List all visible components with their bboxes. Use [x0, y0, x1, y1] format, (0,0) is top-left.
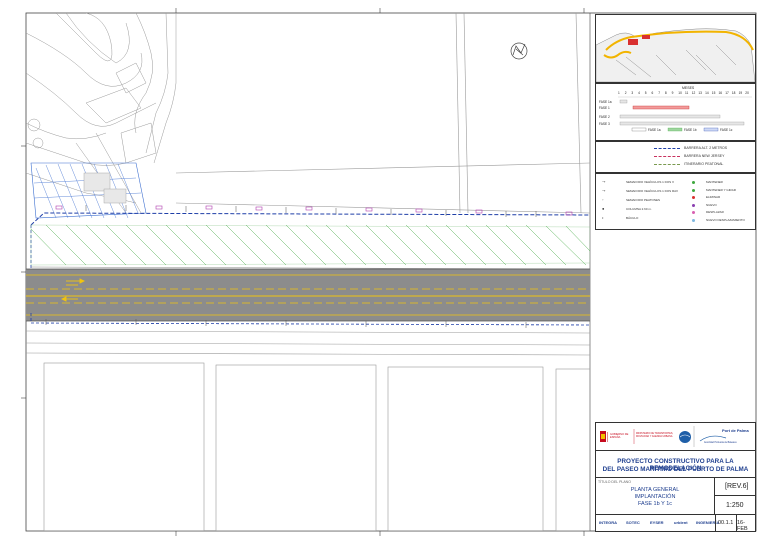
- autoritat-logo-text: Autoridad Portuaria de Baleares: [704, 442, 737, 444]
- symbol-label: SEMAFORO VEHÍCULOS 1 DOS V: [626, 180, 675, 184]
- status-dot-icon: [692, 218, 695, 222]
- port-logo-text: Port de Palma: [722, 428, 749, 433]
- phase-legend-label: FASE 1c: [720, 128, 733, 132]
- scale-value: 1:250: [726, 502, 744, 509]
- status-dot-icon: [692, 211, 695, 214]
- date-value: 16-FEB: [737, 520, 748, 532]
- scale-box: 1:250: [715, 496, 755, 515]
- revision-value: [REV.6]: [725, 483, 749, 490]
- ministerio-logo-text: MINISTERIO DE TRANSPORTES, MOVILIDAD Y A…: [636, 432, 674, 438]
- status-dot-icon: [692, 181, 695, 184]
- plan-line1: PLANTA GENERAL: [630, 487, 680, 493]
- barrier-line: [654, 156, 680, 157]
- location-map: [595, 14, 756, 83]
- barrier-label: BARRERA ALT. 2 METROS: [684, 146, 728, 150]
- phase-legend-label: FASE 1a: [648, 128, 661, 132]
- company-logo-text: INTEGRA: [599, 520, 617, 525]
- plan-drawing: [26, 13, 590, 531]
- plan-line3: FASE 1b Y 1c: [637, 501, 673, 507]
- date-box: 16-FEB: [736, 515, 755, 532]
- plan-title-label: TÍTULO DEL PLANO: [598, 480, 631, 484]
- symbol-icon: ⊸: [602, 188, 606, 193]
- symbol-label: BÁCULO: [626, 216, 639, 220]
- gobierno-logo-text: GOBIERNO DE ESPAÑA: [610, 433, 629, 439]
- status-dot-icon: [692, 188, 695, 192]
- status-dot-icon: [692, 196, 695, 199]
- phase-legend-label: FASE 1b: [684, 128, 697, 132]
- symbols-legend: ⊸ SEMAFORO VEHÍCULOS 1 DOS V ⊸ SEMAFORO VEH…: [595, 173, 756, 230]
- symbol-label: SEMAFORO PEATONES: [626, 198, 661, 202]
- barrier-line: [654, 164, 680, 165]
- phase-schedule: MESES 1 2 3 4 5 6 7 8 9 10 11 12 13 14 15 16 17 18 19 20 FA…: [595, 83, 756, 141]
- logos-row: GOBIERNO DE ESPAÑA MINISTERIO DE TRANSPO…: [596, 423, 755, 451]
- status-label: NUEVO DESPLAZAMIENTO: [706, 217, 745, 222]
- symbol-icon: ◦: [602, 197, 604, 202]
- barrier-label: BARRERA NEW JERSEY: [684, 154, 725, 158]
- symbol-icon: ●: [602, 206, 605, 211]
- symbol-icon: •: [602, 215, 604, 220]
- company-logo-text: urblent: [674, 520, 688, 525]
- companies-row: INTEGRA SOTEC EYSER urblent INGENIERÍA: [596, 515, 719, 531]
- symbol-icon: ⊸: [602, 179, 606, 184]
- symbol-label: SEMAFORO VEHÍCULOS 1 DOS RAV: [626, 189, 678, 193]
- company-logo-text: SOTEC: [626, 520, 640, 525]
- status-label: MANTENER Y GIRAR: [706, 187, 736, 192]
- drawing-sheet: MESES 1 2 3 4 5 6 7 8 9 10 11 12 13 14 15 16 17 18 19 20 FA…: [0, 0, 768, 543]
- project-title-line2: DEL PASEO MARÍTIMO DEL PUERTO DE PALMA: [602, 466, 749, 473]
- barrier-legend: BARRERA ALT. 2 METROS BARRERA NEW JERSEY I…: [595, 141, 756, 173]
- symbol-label: COLUMNA 2.60 m.: [626, 207, 652, 211]
- status-dot-icon: [692, 203, 695, 207]
- north-arrow-icon: [510, 42, 528, 60]
- status-label: DESPLAZAR: [706, 210, 724, 214]
- status-label: MANTENER: [706, 180, 723, 184]
- road-band: [26, 269, 590, 321]
- barrier-label: ITINERARIO PEATONAL: [684, 162, 724, 166]
- barrier-line: [654, 148, 680, 149]
- revision-box: [REV.6]: [715, 478, 755, 496]
- project-title-box: PROYECTO CONSTRUCTIVO PARA LA REMODELACI…: [596, 451, 755, 478]
- status-label: ELIMINAR: [706, 195, 721, 199]
- plan-number-box: 00.1.1: [715, 515, 737, 531]
- status-label: NUEVO: [706, 202, 717, 207]
- company-logo-text: EYSER: [650, 520, 664, 525]
- green-hatch-zone: [30, 224, 590, 266]
- plan-line2: IMPLANTACIÓN: [634, 494, 676, 500]
- plan-title-box: TÍTULO DEL PLANO PLANTA GENERAL IMPLANTA…: [596, 478, 715, 515]
- title-block: GOBIERNO DE ESPAÑA MINISTERIO DE TRANSPO…: [595, 422, 756, 532]
- plan-number: 00.1.1: [718, 520, 734, 526]
